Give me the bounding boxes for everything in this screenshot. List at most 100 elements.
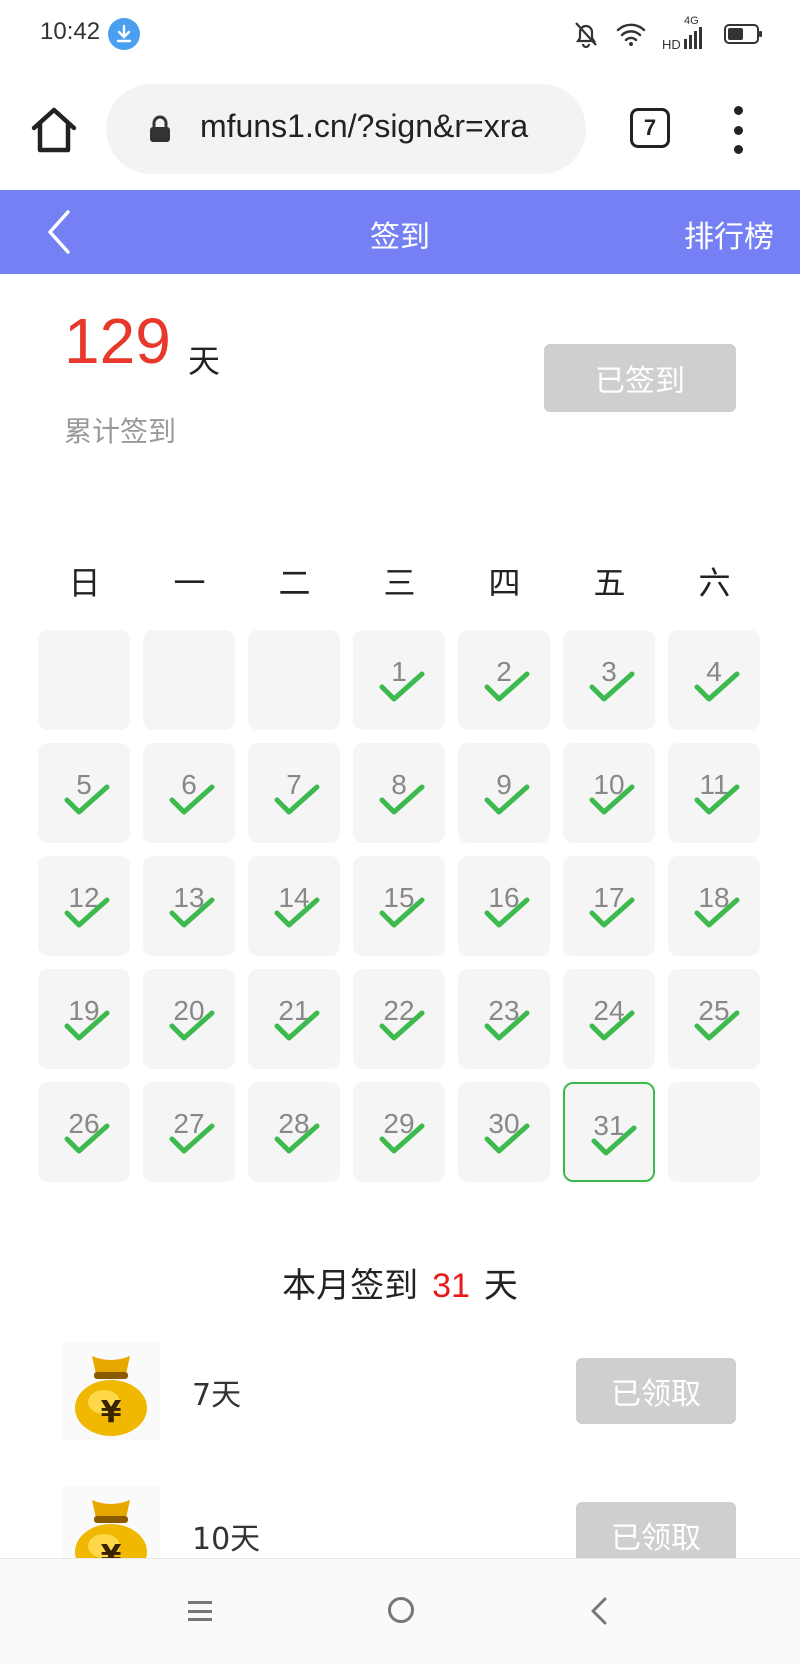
checkmark-icon <box>274 784 320 815</box>
checkmark-icon <box>64 1123 110 1154</box>
calendar-day[interactable]: 11 <box>668 743 760 843</box>
calendar-day[interactable]: 3 <box>563 630 655 730</box>
calendar-day[interactable]: 26 <box>38 1082 130 1182</box>
checkmark-icon <box>694 1010 740 1041</box>
lock-icon <box>150 115 170 142</box>
month-summary: 本月签到 31 天 <box>0 1258 800 1307</box>
calendar-day[interactable]: 23 <box>458 969 550 1069</box>
calendar-day[interactable]: 2 <box>458 630 550 730</box>
month-summary-count: 31 <box>432 1267 470 1305</box>
app-header: 签到 排行榜 <box>0 190 800 274</box>
menu-line <box>188 1618 212 1621</box>
back-button[interactable] <box>40 206 80 258</box>
checkmark-icon <box>694 897 740 928</box>
checkmark-icon <box>379 784 425 815</box>
month-summary-suffix: 天 <box>483 1266 518 1306</box>
signed-in-button[interactable]: 已签到 <box>544 344 736 412</box>
system-home-icon[interactable] <box>388 1597 414 1623</box>
menu-dot <box>733 125 743 135</box>
home-button[interactable] <box>28 104 80 156</box>
checkmark-icon <box>379 1123 425 1154</box>
checkmark-icon <box>169 1010 215 1041</box>
more-menu-button[interactable] <box>726 106 750 154</box>
checkmark-icon <box>484 897 530 928</box>
checkmark-icon <box>274 897 320 928</box>
svg-text:¥: ¥ <box>101 1395 122 1430</box>
recent-apps-icon[interactable] <box>188 1601 212 1621</box>
battery-icon <box>724 24 762 44</box>
chevron-left-icon <box>48 210 70 254</box>
tab-switcher-button[interactable]: 7 <box>630 108 670 148</box>
total-days-unit: 天 <box>188 342 221 380</box>
total-days-label: 累计签到 <box>64 415 177 448</box>
checkmark-icon <box>64 1010 110 1041</box>
calendar-day[interactable]: 16 <box>458 856 550 956</box>
status-time: 10:42 <box>40 18 101 45</box>
checkmark-icon <box>379 671 425 702</box>
browser-toolbar: mfuns1.cn/?sign&r=xra 7 <box>0 70 800 190</box>
calendar-day[interactable]: 19 <box>38 969 130 1069</box>
checkmark-icon <box>169 897 215 928</box>
checkmark-icon <box>484 784 530 815</box>
checkmark-icon <box>379 897 425 928</box>
checkmark-icon <box>379 1010 425 1041</box>
calendar-day[interactable]: 22 <box>353 969 445 1069</box>
address-bar[interactable]: mfuns1.cn/?sign&r=xra <box>106 84 586 174</box>
menu-line <box>188 1601 212 1604</box>
claimed-button[interactable]: 已领取 <box>576 1358 736 1424</box>
calendar-day[interactable]: 27 <box>143 1082 235 1182</box>
month-summary-prefix: 本月签到 <box>282 1266 419 1306</box>
reward-row: ¥ 7天 已领取 <box>0 1342 800 1442</box>
calendar-day[interactable]: 9 <box>458 743 550 843</box>
calendar-day[interactable]: 28 <box>248 1082 340 1182</box>
calendar-day[interactable]: 17 <box>563 856 655 956</box>
calendar-day[interactable]: 14 <box>248 856 340 956</box>
system-back-icon[interactable] <box>588 1595 610 1627</box>
wifi-icon <box>616 23 646 46</box>
status-icons: 4G HD <box>572 15 764 52</box>
calendar-day[interactable]: 8 <box>353 743 445 843</box>
checkmark-icon <box>64 784 110 815</box>
weekday-label: 日 <box>68 564 101 602</box>
system-navigation-bar <box>0 1558 800 1664</box>
leaderboard-link[interactable]: 排行榜 <box>684 212 774 256</box>
calendar-empty-cell <box>668 1082 760 1182</box>
weekday-header: 日 一 二 三 四 五 六 <box>32 558 768 608</box>
calendar-day[interactable]: 6 <box>143 743 235 843</box>
calendar-day[interactable]: 29 <box>353 1082 445 1182</box>
calendar-day[interactable]: 20 <box>143 969 235 1069</box>
home-icon <box>31 107 77 153</box>
calendar-day[interactable]: 10 <box>563 743 655 843</box>
calendar-day[interactable]: 31 <box>563 1082 655 1182</box>
calendar-day[interactable]: 30 <box>458 1082 550 1182</box>
calendar-day[interactable]: 12 <box>38 856 130 956</box>
checkmark-icon <box>589 784 635 815</box>
checkmark-icon <box>694 671 740 702</box>
download-icon <box>108 18 140 50</box>
checkmark-icon <box>589 1010 635 1041</box>
weekday-label: 四 <box>488 564 521 602</box>
calendar-day[interactable]: 13 <box>143 856 235 956</box>
weekday-label: 六 <box>698 564 731 602</box>
menu-dot <box>733 145 743 154</box>
url-text[interactable]: mfuns1.cn/?sign&r=xra <box>200 108 580 145</box>
reward-label: 7天 <box>192 1378 242 1413</box>
checkmark-icon <box>694 784 740 815</box>
calendar-day[interactable]: 21 <box>248 969 340 1069</box>
total-days-count: 129 <box>64 305 171 377</box>
reward-label: 10天 <box>192 1522 261 1557</box>
weekday-label: 三 <box>383 564 416 602</box>
calendar-day[interactable]: 4 <box>668 630 760 730</box>
menu-line <box>188 1609 212 1613</box>
calendar-day[interactable]: 18 <box>668 856 760 956</box>
checkmark-icon <box>169 784 215 815</box>
calendar-day[interactable]: 25 <box>668 969 760 1069</box>
cellular-signal-icon: 4G HD <box>662 15 708 51</box>
calendar-empty-cell <box>38 630 130 730</box>
calendar-day[interactable]: 15 <box>353 856 445 956</box>
calendar-day[interactable]: 24 <box>563 969 655 1069</box>
calendar-day[interactable]: 7 <box>248 743 340 843</box>
calendar-day[interactable]: 5 <box>38 743 130 843</box>
calendar-day[interactable]: 1 <box>353 630 445 730</box>
calendar-empty-cell <box>248 630 340 730</box>
